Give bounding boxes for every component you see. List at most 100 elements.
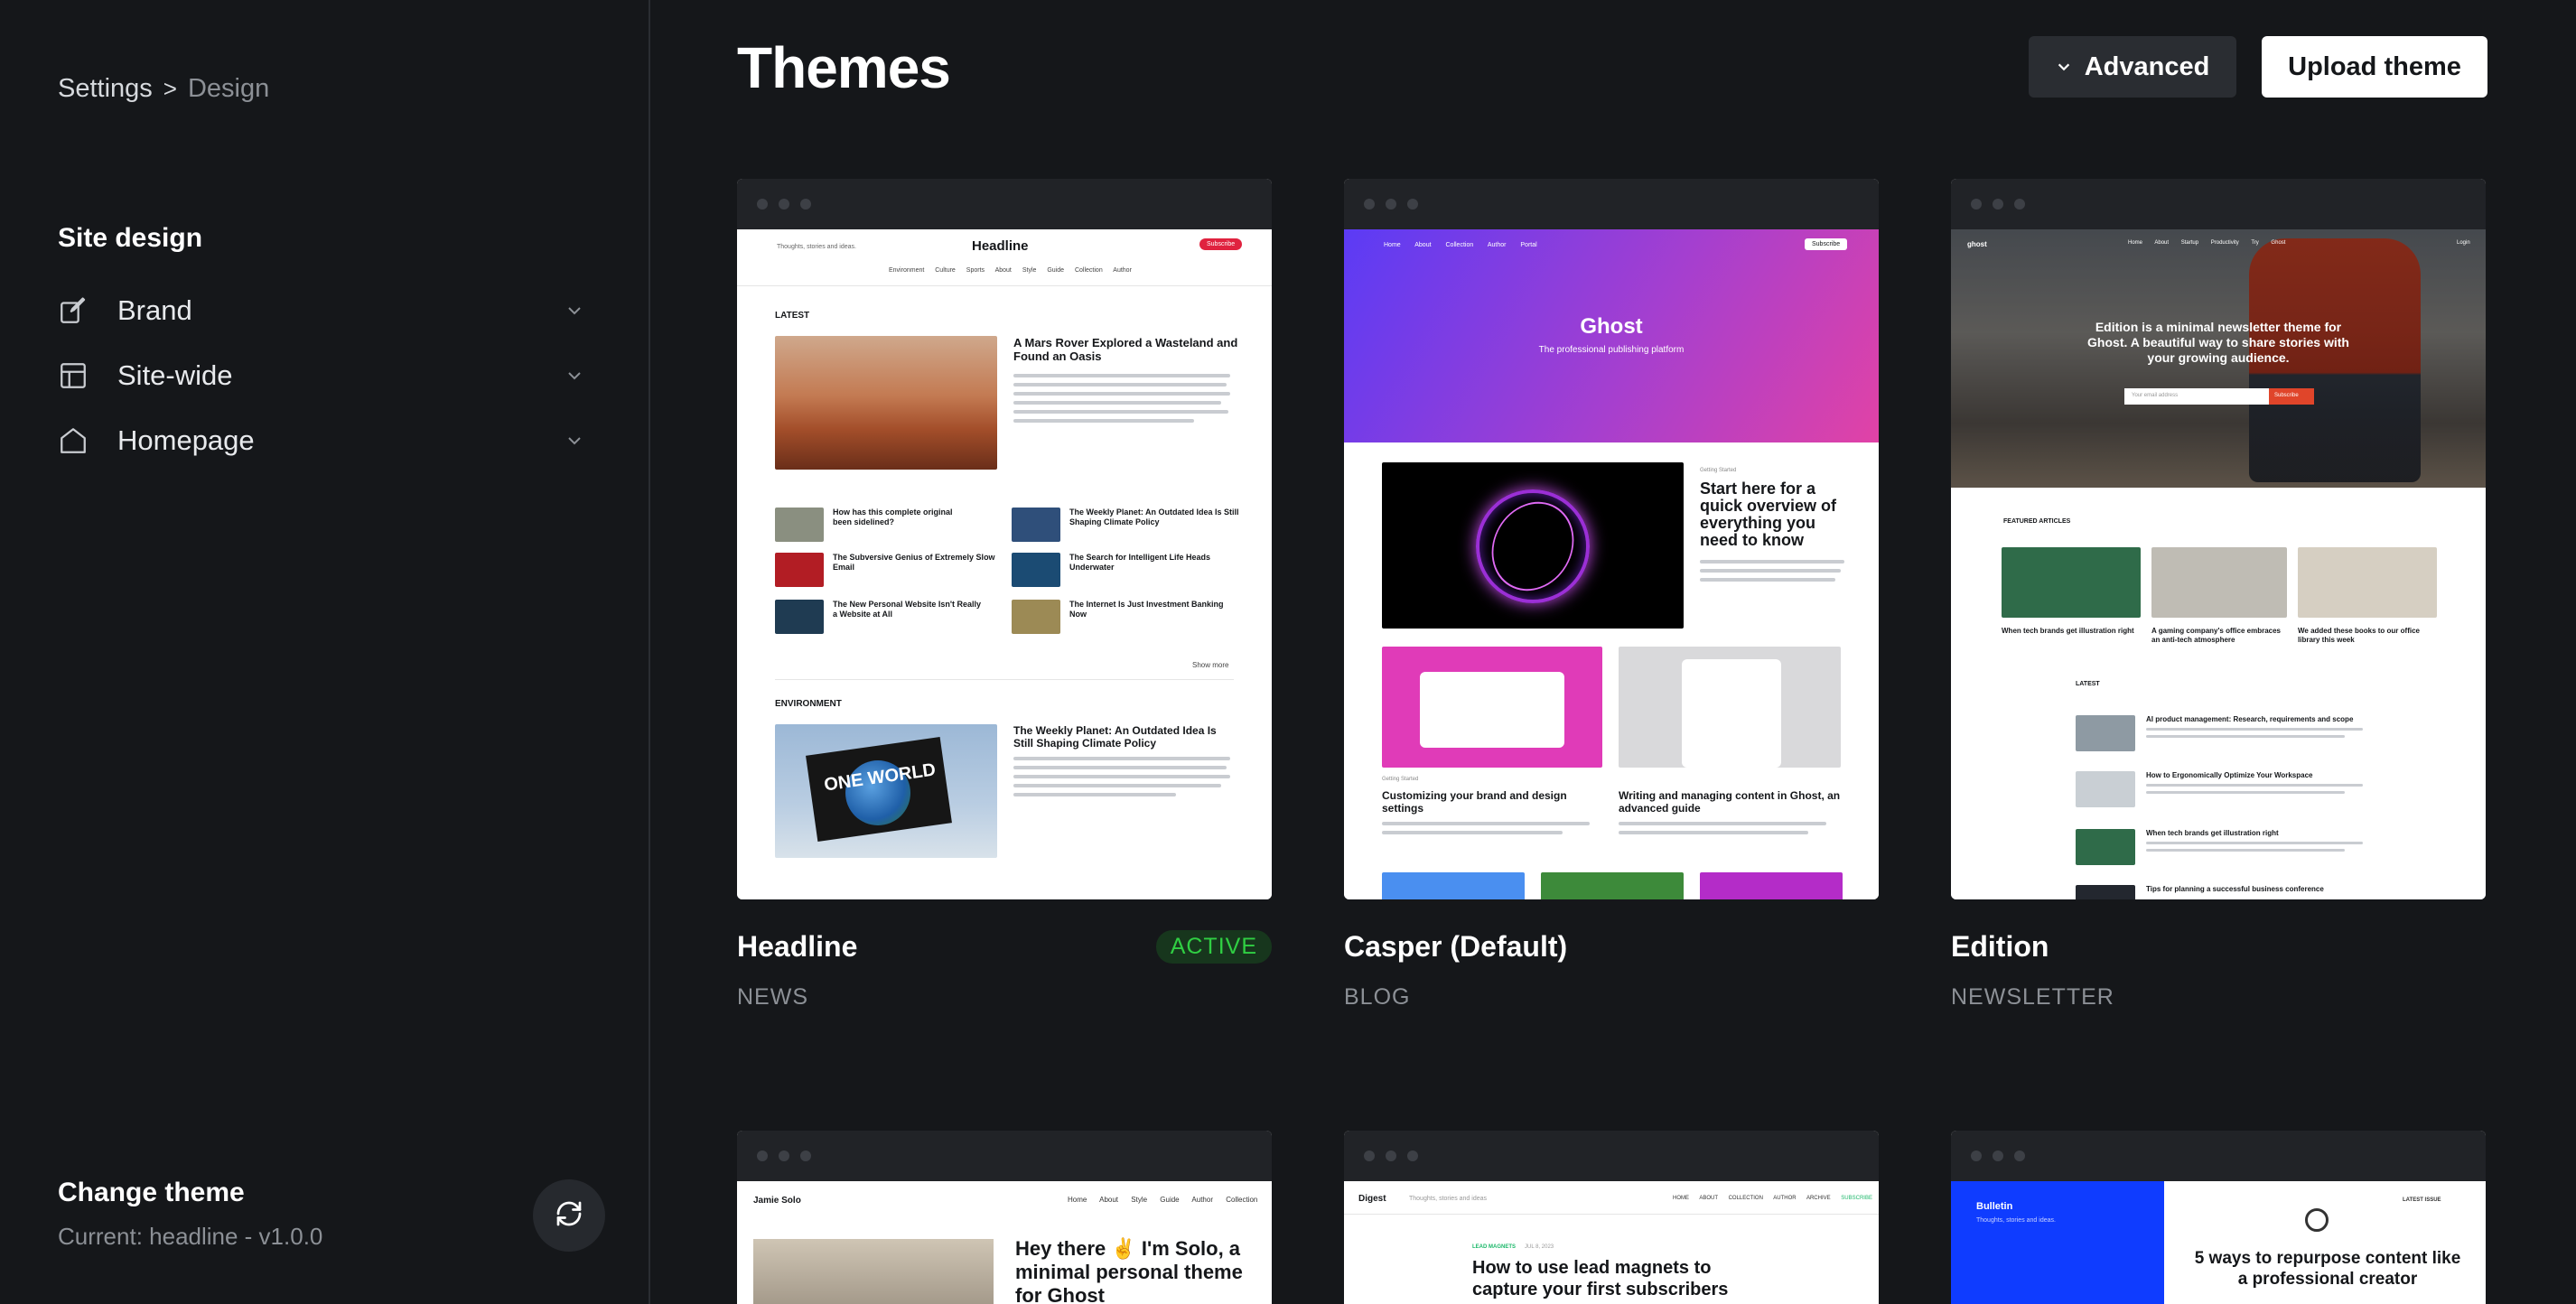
change-theme-button[interactable] [533,1179,605,1252]
theme-card-headline[interactable]: Thoughts, stories and ideas. Headline Su… [737,179,1272,1010]
layout-icon [58,360,89,391]
theme-category: NEWS [737,984,808,1010]
preview-featured-item: A gaming company's office embraces an an… [2151,627,2281,644]
theme-card-edition[interactable]: ghost Home About Startup Productivity Tr… [1951,179,2486,1010]
preview-tagline: Thoughts, stories and ideas. [777,244,856,250]
preview-lead-title: A Mars Rover Explored a Wasteland and Fo… [1013,336,1238,363]
preview-featured-heading: FEATURED ARTICLES [2003,518,2071,525]
preview-item: The Internet Is Just Investment Banking … [1069,600,1224,619]
solo-preview: Jamie Solo Home About Style Guide Author… [737,1181,1272,1304]
home-icon [58,425,89,456]
preview-tag: Getting Started [1700,468,1737,473]
preview-hero: How to use lead magnets to capture your … [1472,1258,1729,1299]
preview-latest-item: When tech brands get illustration right [2146,829,2279,837]
preview-hero: 5 ways to repurpose content like a profe… [2194,1249,2461,1289]
preview-tag: LEAD MAGNETS [1472,1244,1516,1250]
chevron-down-icon [564,300,585,321]
upload-theme-button[interactable]: Upload theme [2262,36,2487,98]
chevron-down-icon [564,430,585,452]
preview-card1-title: Customizing your brand and design settin… [1382,789,1567,815]
theme-name: Edition [1951,930,2049,963]
card1-image [1382,647,1602,768]
sidebar-item-homepage[interactable]: Homepage [58,415,585,466]
preview-item: The Search for Intelligent Life Heads Un… [1069,553,1211,572]
preview-show-more: Show more [1192,661,1229,669]
theme-preview-frame: Thoughts, stories and ideas. Headline Su… [737,179,1272,899]
breadcrumb-settings-link[interactable]: Settings [58,74,153,104]
preview-latest-item: How to Ergonomically Optimize Your Works… [2146,771,2313,779]
loading-spinner-icon [2305,1208,2329,1232]
preview-logo: Jamie Solo [753,1196,801,1206]
preview-hero: Hey there ✌ I'm Solo, a minimal personal… [1015,1237,1243,1304]
window-dots [1344,1131,1879,1181]
preview-subscribe: Subscribe [1199,238,1243,250]
page-title: Themes [737,35,951,100]
feature-image [1382,462,1684,629]
preview-nav: Environment Culture Sports About Style G… [889,267,1132,274]
preview-item: The New Personal Website Isn't Really a … [833,600,982,619]
preview-environment-heading: ENVIRONMENT [775,699,842,709]
theme-card-bulletin[interactable]: Bulletin Thoughts, stories and ideas. LA… [1951,1131,2486,1304]
sidebar-item-brand[interactable]: Brand [58,285,585,336]
chevron-down-icon [564,365,585,387]
window-dots [1344,179,1879,229]
theme-category: NEWSLETTER [1951,984,2114,1010]
sidebar-item-site-wide[interactable]: Site-wide [58,350,585,401]
preview-tag: Getting Started [1382,777,1419,782]
theme-preview-frame: Jamie Solo Home About Style Guide Author… [737,1131,1272,1304]
window-dots [1951,1131,2486,1181]
preview-latest-heading: LATEST [775,311,810,321]
theme-card-solo[interactable]: Jamie Solo Home About Style Guide Author… [737,1131,1272,1304]
themes-main: Themes Advanced Upload theme Thoughts, s… [652,0,2576,1304]
site-design-heading: Site design [58,223,203,253]
preview-tagline: Thoughts, stories and ideas [1409,1196,1487,1202]
preview-subscribe: Subscribe [2269,388,2314,405]
breadcrumb: Settings > Design [58,74,269,104]
preview-logo: ghost [1967,240,1987,248]
advanced-button[interactable]: Advanced [2029,36,2236,98]
preview-nav: Home About Collection Author Portal [1384,242,1537,248]
preview-tagline: Thoughts, stories and ideas. [1976,1217,2056,1224]
preview-nav: HOME ABOUT COLLECTION AUTHOR ARCHIVE SUB… [1673,1196,1872,1201]
preview-email-field: Your email address [2124,388,2269,405]
current-theme-label: Current: headline - v1.0.0 [58,1223,323,1250]
card2-image [1619,647,1841,768]
window-dots [737,179,1272,229]
preview-featured-item: When tech brands get illustration right [2002,627,2134,635]
window-dots [1951,179,2486,229]
preview-logo: Headline [972,238,1029,254]
preview-date: JUL 8, 2023 [1525,1244,1554,1250]
settings-sidebar: Settings > Design Site design Brand Site… [0,0,650,1304]
one-world-image: ONE WORLD [775,724,997,858]
preview-login: Login [2457,240,2470,246]
preview-logo: Digest [1358,1194,1386,1204]
preview-latest-item: Tips for planning a successful business … [2146,885,2324,893]
preview-subscribe: Subscribe [1805,238,1848,250]
preview-feature-title: Start here for a quick overview of every… [1700,480,1837,549]
preview-item: The Subversive Genius of Extremely Slow … [833,553,995,572]
breadcrumb-current: Design [187,74,270,103]
breadcrumb-separator: > [163,75,177,102]
theme-card-casper[interactable]: Home About Collection Author Portal Subs… [1344,179,1879,1010]
theme-preview-frame: Bulletin Thoughts, stories and ideas. LA… [1951,1131,2486,1304]
preview-latest-heading: LATEST [2076,681,2100,687]
solo-hero-image [753,1239,994,1304]
preview-nav: Home About Startup Productivity Try Ghos… [2128,240,2286,246]
preview-nav: Home About Style Guide Author Collection [1068,1196,1258,1204]
bulletin-preview: Bulletin Thoughts, stories and ideas. LA… [1951,1181,2486,1304]
advanced-label: Advanced [2084,51,2210,81]
chevron-down-icon [2056,52,2072,82]
theme-category: BLOG [1344,984,1411,1010]
sidebar-item-label: Brand [117,294,192,326]
theme-preview-frame: Digest Thoughts, stories and ideas HOME … [1344,1131,1879,1304]
preview-hero-sub: The professional publishing platform [1538,345,1685,355]
preview-latest-item: AI product management: Research, require… [2146,715,2354,723]
preview-item: How has this complete original been side… [833,508,953,526]
preview-item: The Weekly Planet: An Outdated Idea Is S… [1069,508,1239,526]
refresh-icon [553,1197,585,1234]
theme-card-digest[interactable]: Digest Thoughts, stories and ideas HOME … [1344,1131,1879,1304]
sidebar-item-label: Homepage [117,424,255,456]
preview-hero-title: Ghost [1580,314,1643,339]
preview-logo: Bulletin [1976,1201,2013,1212]
edition-preview: ghost Home About Startup Productivity Tr… [1951,229,2486,899]
